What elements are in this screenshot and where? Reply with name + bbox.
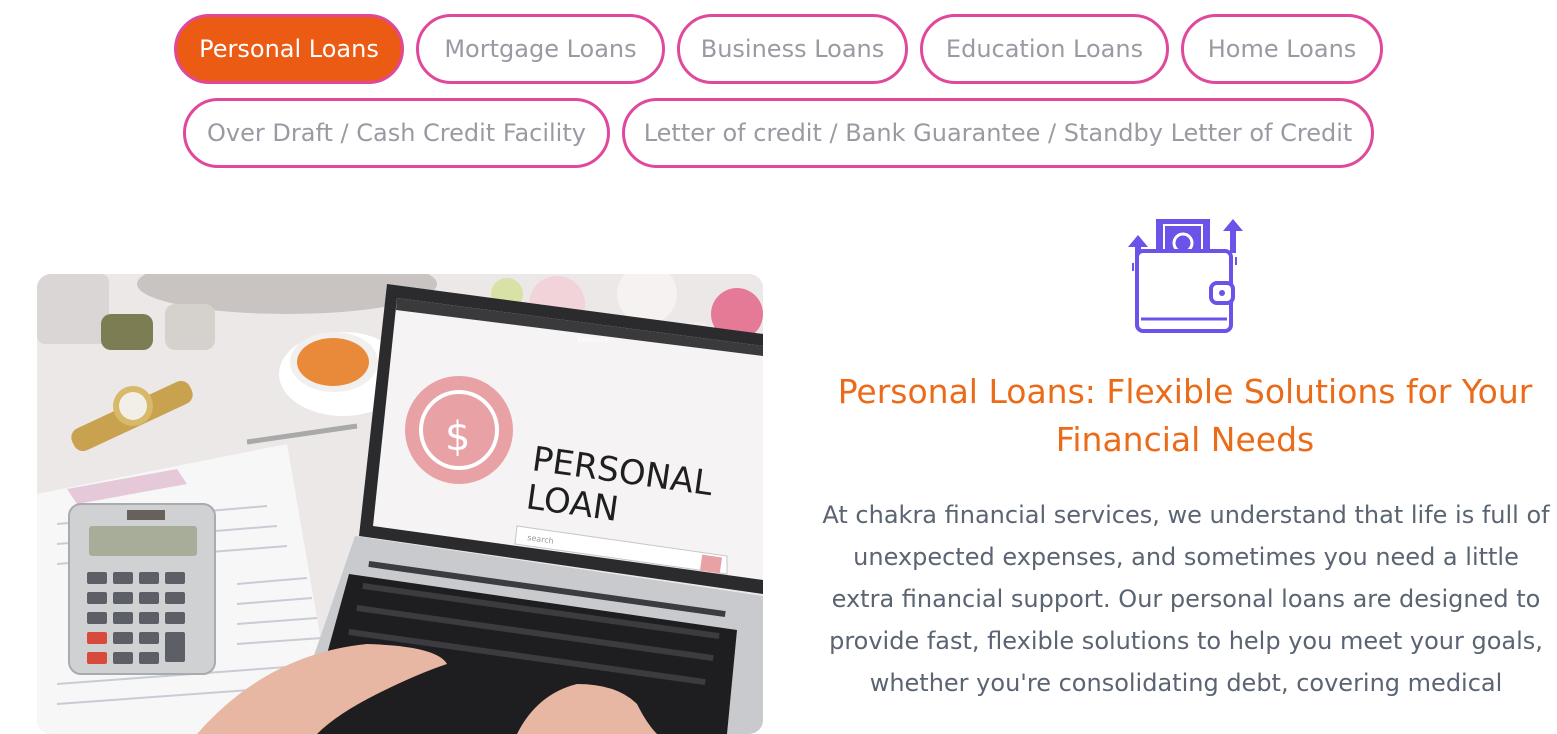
tab-personal-loans[interactable]: Personal Loans [174,14,404,84]
tab-education-loans[interactable]: Education Loans [920,14,1169,84]
page-heading: Personal Loans: Flexible Solutions for Y… [837,372,1533,459]
loan-tabs-row-2: Over Draft / Cash Credit Facility Letter… [0,98,1557,168]
tab-letter-of-credit[interactable]: Letter of credit / Bank Guarantee / Stan… [622,98,1374,168]
dollar-sign: $ [445,414,470,460]
tab-home-loans[interactable]: Home Loans [1181,14,1383,84]
intro-paragraph: At chakra financial services, we underst… [822,501,1550,697]
wallet-money-icon [1123,213,1247,337]
tab-business-loans[interactable]: Business Loans [677,14,908,84]
personal-loan-photo: Website $ PERSONAL LOAN search [37,274,763,734]
tab-mortgage-loans[interactable]: Mortgage Loans [416,14,665,84]
tab-overdraft-cash-credit[interactable]: Over Draft / Cash Credit Facility [183,98,610,168]
screen-site-label: Website [577,335,609,344]
loan-tabs-row-1: Personal Loans Mortgage Loans Business L… [0,14,1557,84]
